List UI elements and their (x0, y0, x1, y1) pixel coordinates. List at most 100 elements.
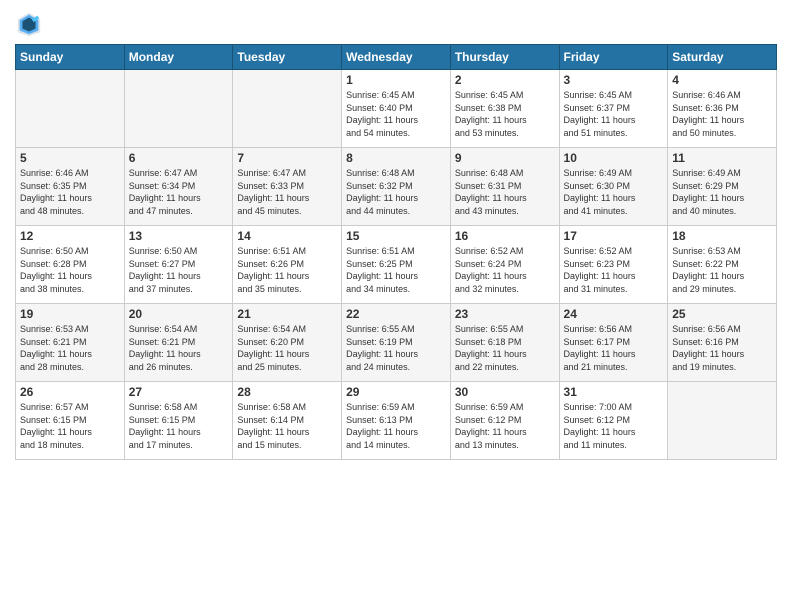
calendar-cell (16, 70, 125, 148)
day-number: 10 (564, 151, 664, 165)
day-info: Sunrise: 6:54 AM Sunset: 6:21 PM Dayligh… (129, 323, 229, 373)
day-info: Sunrise: 6:54 AM Sunset: 6:20 PM Dayligh… (237, 323, 337, 373)
logo-icon (15, 10, 43, 38)
day-info: Sunrise: 6:55 AM Sunset: 6:18 PM Dayligh… (455, 323, 555, 373)
day-info: Sunrise: 6:49 AM Sunset: 6:30 PM Dayligh… (564, 167, 664, 217)
weekday-header-monday: Monday (124, 45, 233, 70)
calendar-table: SundayMondayTuesdayWednesdayThursdayFrid… (15, 44, 777, 460)
weekday-header-saturday: Saturday (668, 45, 777, 70)
weekday-header-friday: Friday (559, 45, 668, 70)
day-number: 11 (672, 151, 772, 165)
calendar-cell: 26 Sunrise: 6:57 AM Sunset: 6:15 PM Dayli… (16, 382, 125, 460)
calendar-cell: 8 Sunrise: 6:48 AM Sunset: 6:32 PM Daylig… (342, 148, 451, 226)
calendar-cell: 15 Sunrise: 6:51 AM Sunset: 6:25 PM Dayli… (342, 226, 451, 304)
calendar-cell (124, 70, 233, 148)
day-number: 13 (129, 229, 229, 243)
calendar-cell: 24Sunrise: 6:56 AM Sunset: 6:17 PM Dayli… (559, 304, 668, 382)
calendar-cell: 16 Sunrise: 6:52 AM Sunset: 6:24 PM Dayli… (450, 226, 559, 304)
day-info: Sunrise: 6:53 AM Sunset: 6:22 PM Dayligh… (672, 245, 772, 295)
day-number: 20 (129, 307, 229, 321)
day-number: 2 (455, 73, 555, 87)
day-number: 14 (237, 229, 337, 243)
calendar-cell: 4 Sunrise: 6:46 AM Sunset: 6:36 PM Daylig… (668, 70, 777, 148)
day-info: Sunrise: 6:59 AM Sunset: 6:12 PM Dayligh… (455, 401, 555, 451)
calendar-cell (233, 70, 342, 148)
day-number: 23 (455, 307, 555, 321)
header-row: SundayMondayTuesdayWednesdayThursdayFrid… (16, 45, 777, 70)
day-info: Sunrise: 6:51 AM Sunset: 6:26 PM Dayligh… (237, 245, 337, 295)
day-info: Sunrise: 7:00 AM Sunset: 6:12 PM Dayligh… (564, 401, 664, 451)
calendar-cell: 23 Sunrise: 6:55 AM Sunset: 6:18 PM Dayli… (450, 304, 559, 382)
calendar-cell: 27 Sunrise: 6:58 AM Sunset: 6:15 PM Dayli… (124, 382, 233, 460)
calendar-cell: 25 Sunrise: 6:56 AM Sunset: 6:16 PM Dayli… (668, 304, 777, 382)
day-number: 28 (237, 385, 337, 399)
day-info: Sunrise: 6:48 AM Sunset: 6:31 PM Dayligh… (455, 167, 555, 217)
day-number: 6 (129, 151, 229, 165)
day-info: Sunrise: 6:51 AM Sunset: 6:25 PM Dayligh… (346, 245, 446, 295)
day-info: Sunrise: 6:52 AM Sunset: 6:23 PM Dayligh… (564, 245, 664, 295)
calendar-cell: 7 Sunrise: 6:47 AM Sunset: 6:33 PM Daylig… (233, 148, 342, 226)
day-number: 7 (237, 151, 337, 165)
calendar-cell: 19 Sunrise: 6:53 AM Sunset: 6:21 PM Dayli… (16, 304, 125, 382)
day-info: Sunrise: 6:59 AM Sunset: 6:13 PM Dayligh… (346, 401, 446, 451)
weekday-header-thursday: Thursday (450, 45, 559, 70)
day-number: 31 (564, 385, 664, 399)
day-info: Sunrise: 6:45 AM Sunset: 6:37 PM Dayligh… (564, 89, 664, 139)
day-info: Sunrise: 6:46 AM Sunset: 6:36 PM Dayligh… (672, 89, 772, 139)
day-number: 26 (20, 385, 120, 399)
calendar-cell: 1 Sunrise: 6:45 AM Sunset: 6:40 PM Daylig… (342, 70, 451, 148)
day-info: Sunrise: 6:57 AM Sunset: 6:15 PM Dayligh… (20, 401, 120, 451)
weekday-header-tuesday: Tuesday (233, 45, 342, 70)
calendar-cell: 9 Sunrise: 6:48 AM Sunset: 6:31 PM Daylig… (450, 148, 559, 226)
calendar-row-0: 1 Sunrise: 6:45 AM Sunset: 6:40 PM Daylig… (16, 70, 777, 148)
day-number: 19 (20, 307, 120, 321)
day-info: Sunrise: 6:56 AM Sunset: 6:17 PM Dayligh… (564, 323, 664, 373)
day-info: Sunrise: 6:48 AM Sunset: 6:32 PM Dayligh… (346, 167, 446, 217)
day-number: 17 (564, 229, 664, 243)
day-info: Sunrise: 6:50 AM Sunset: 6:28 PM Dayligh… (20, 245, 120, 295)
calendar-cell: 21 Sunrise: 6:54 AM Sunset: 6:20 PM Dayli… (233, 304, 342, 382)
header (15, 10, 777, 38)
calendar-row-3: 19 Sunrise: 6:53 AM Sunset: 6:21 PM Dayli… (16, 304, 777, 382)
calendar-cell (668, 382, 777, 460)
calendar-row-4: 26 Sunrise: 6:57 AM Sunset: 6:15 PM Dayli… (16, 382, 777, 460)
calendar-cell: 20 Sunrise: 6:54 AM Sunset: 6:21 PM Dayli… (124, 304, 233, 382)
day-info: Sunrise: 6:53 AM Sunset: 6:21 PM Dayligh… (20, 323, 120, 373)
day-number: 30 (455, 385, 555, 399)
calendar-cell: 18 Sunrise: 6:53 AM Sunset: 6:22 PM Dayli… (668, 226, 777, 304)
calendar-cell: 30 Sunrise: 6:59 AM Sunset: 6:12 PM Dayli… (450, 382, 559, 460)
day-number: 22 (346, 307, 446, 321)
day-number: 27 (129, 385, 229, 399)
day-info: Sunrise: 6:50 AM Sunset: 6:27 PM Dayligh… (129, 245, 229, 295)
calendar-cell: 6Sunrise: 6:47 AM Sunset: 6:34 PM Daylig… (124, 148, 233, 226)
day-number: 18 (672, 229, 772, 243)
day-number: 15 (346, 229, 446, 243)
day-number: 29 (346, 385, 446, 399)
calendar-cell: 5Sunrise: 6:46 AM Sunset: 6:35 PM Daylig… (16, 148, 125, 226)
day-number: 1 (346, 73, 446, 87)
day-number: 8 (346, 151, 446, 165)
calendar-cell: 10 Sunrise: 6:49 AM Sunset: 6:30 PM Dayli… (559, 148, 668, 226)
day-info: Sunrise: 6:45 AM Sunset: 6:40 PM Dayligh… (346, 89, 446, 139)
calendar-cell: 29 Sunrise: 6:59 AM Sunset: 6:13 PM Dayli… (342, 382, 451, 460)
calendar-cell: 13 Sunrise: 6:50 AM Sunset: 6:27 PM Dayli… (124, 226, 233, 304)
day-number: 25 (672, 307, 772, 321)
calendar-page: SundayMondayTuesdayWednesdayThursdayFrid… (0, 0, 792, 612)
day-number: 3 (564, 73, 664, 87)
day-number: 21 (237, 307, 337, 321)
day-number: 4 (672, 73, 772, 87)
day-info: Sunrise: 6:46 AM Sunset: 6:35 PM Dayligh… (20, 167, 120, 217)
calendar-cell: 2 Sunrise: 6:45 AM Sunset: 6:38 PM Daylig… (450, 70, 559, 148)
day-info: Sunrise: 6:45 AM Sunset: 6:38 PM Dayligh… (455, 89, 555, 139)
day-info: Sunrise: 6:52 AM Sunset: 6:24 PM Dayligh… (455, 245, 555, 295)
calendar-cell: 12Sunrise: 6:50 AM Sunset: 6:28 PM Dayli… (16, 226, 125, 304)
day-info: Sunrise: 6:58 AM Sunset: 6:15 PM Dayligh… (129, 401, 229, 451)
logo (15, 10, 47, 38)
day-info: Sunrise: 6:55 AM Sunset: 6:19 PM Dayligh… (346, 323, 446, 373)
day-number: 9 (455, 151, 555, 165)
day-info: Sunrise: 6:47 AM Sunset: 6:33 PM Dayligh… (237, 167, 337, 217)
day-info: Sunrise: 6:56 AM Sunset: 6:16 PM Dayligh… (672, 323, 772, 373)
calendar-cell: 17 Sunrise: 6:52 AM Sunset: 6:23 PM Dayli… (559, 226, 668, 304)
day-number: 16 (455, 229, 555, 243)
day-info: Sunrise: 6:49 AM Sunset: 6:29 PM Dayligh… (672, 167, 772, 217)
